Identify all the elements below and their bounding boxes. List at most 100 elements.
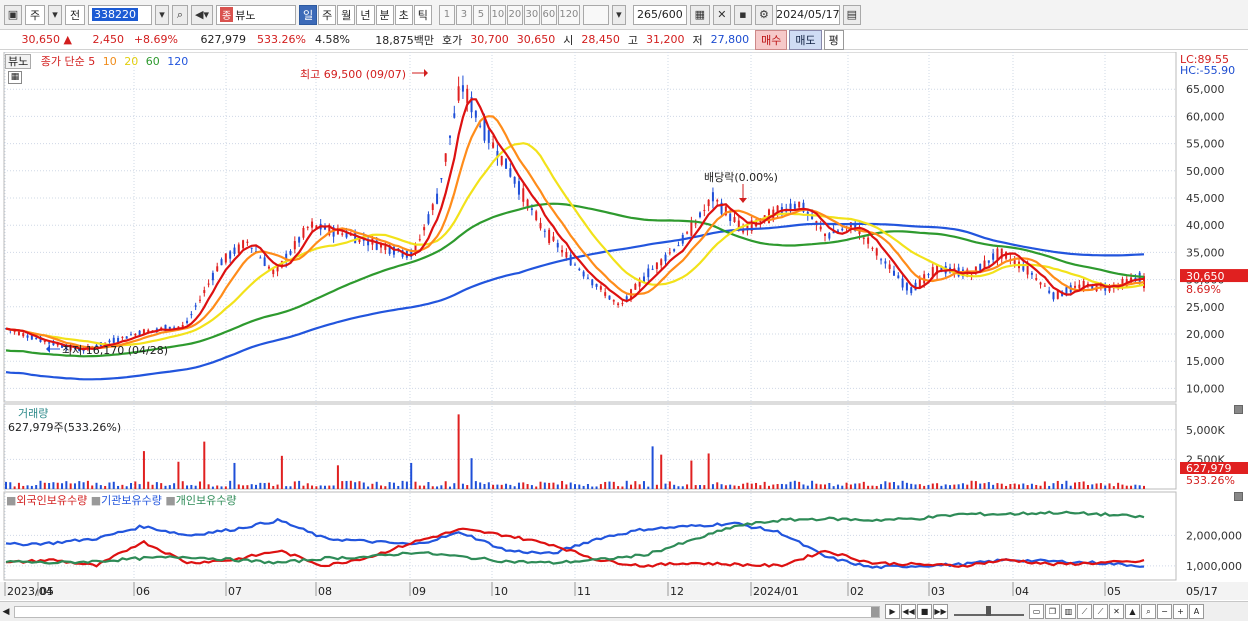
- date-field[interactable]: 2024/05/17: [775, 4, 840, 25]
- volume-bar: [832, 486, 835, 489]
- x-axis-label: 07: [228, 585, 242, 598]
- y-tick-label: 40,000: [1186, 219, 1225, 232]
- low-label: 저: [692, 33, 703, 47]
- volume-bar: [841, 485, 844, 489]
- volume-panel-close-icon[interactable]: [1234, 405, 1243, 414]
- volume-bar: [319, 485, 322, 489]
- volume-bar: [892, 481, 895, 489]
- volume-bar: [905, 482, 908, 489]
- horizontal-scrollbar[interactable]: [14, 605, 880, 618]
- candle-body: [582, 271, 585, 277]
- window-split-icon[interactable]: ▥: [1061, 604, 1076, 619]
- period-select[interactable]: 주: [25, 4, 45, 25]
- zoom-in-icon[interactable]: +: [1173, 604, 1188, 619]
- volume-bar: [48, 482, 51, 489]
- volume-bar: [22, 485, 25, 489]
- stop-icon[interactable]: ■: [917, 604, 932, 619]
- volume-bar: [1143, 485, 1145, 489]
- stock-code-input[interactable]: 338220: [88, 4, 152, 25]
- window-icon[interactable]: ▣: [4, 4, 22, 25]
- holdings-panel-close-icon[interactable]: [1234, 492, 1243, 501]
- legend-stock-name[interactable]: 뷰노: [5, 54, 32, 69]
- tab-year[interactable]: 년: [356, 4, 375, 25]
- volume-bar: [280, 455, 283, 489]
- volume-bar: [565, 484, 568, 489]
- candle-body: [1078, 284, 1081, 289]
- scrollbar-thumb[interactable]: [871, 606, 879, 617]
- volume-bar: [694, 485, 697, 489]
- volume-bar: [664, 483, 667, 489]
- volume-bar: [151, 484, 154, 489]
- forward-icon[interactable]: ▶▶: [933, 604, 948, 619]
- candle-body: [1035, 278, 1038, 280]
- sell-button[interactable]: 매도: [789, 29, 822, 50]
- count-field[interactable]: 265/600: [632, 4, 687, 25]
- scroll-left-icon[interactable]: ◀: [0, 607, 12, 617]
- volume-bar: [673, 484, 676, 489]
- volume-bar: [617, 486, 620, 489]
- tab-second[interactable]: 초: [394, 4, 413, 25]
- volume-bar: [849, 484, 852, 489]
- interval-5[interactable]: 5: [472, 4, 489, 25]
- candle-body: [819, 226, 822, 230]
- magnify-icon[interactable]: ⌕: [1141, 604, 1156, 619]
- buy-button[interactable]: 매수: [755, 29, 788, 50]
- interval-dropdown-icon[interactable]: ▾: [611, 4, 626, 25]
- speaker-icon[interactable]: ◀▾: [191, 4, 213, 25]
- volume-bar: [1112, 486, 1115, 489]
- volume-bar: [341, 481, 344, 489]
- play-icon[interactable]: ▶: [885, 604, 900, 619]
- volume-bar: [642, 481, 645, 489]
- y-tick-label: 15,000: [1186, 355, 1225, 368]
- code-dropdown-icon[interactable]: ▾: [155, 4, 169, 25]
- tab-month[interactable]: 월: [337, 4, 356, 25]
- zoom-slider[interactable]: [954, 605, 1024, 616]
- interval-20[interactable]: 20: [506, 4, 523, 25]
- interval-1[interactable]: 1: [438, 4, 455, 25]
- search-icon[interactable]: ⌕: [172, 4, 188, 25]
- avg-button[interactable]: 평: [823, 29, 844, 50]
- tab-minute[interactable]: 분: [375, 4, 394, 25]
- stock-name-field[interactable]: 종 뷰노: [216, 4, 296, 25]
- font-size-icon[interactable]: A: [1189, 604, 1204, 619]
- volume-bar: [487, 482, 490, 489]
- volume-bar: [703, 485, 706, 489]
- draw-tool-icon[interactable]: ✕: [712, 4, 731, 25]
- layout-icon[interactable]: ▭: [1029, 604, 1044, 619]
- interval-30[interactable]: 30: [523, 4, 540, 25]
- calendar-icon[interactable]: ▤: [842, 4, 861, 25]
- volume-bar: [681, 486, 684, 489]
- volume-bar: [121, 484, 124, 489]
- gear-icon[interactable]: ⚙: [754, 4, 773, 25]
- candle-body: [461, 85, 464, 92]
- stock-chart[interactable]: 65,000 60,000 55,000 50,000 45,000 40,000 35,0…: [0, 52, 1248, 601]
- interval-input[interactable]: [582, 4, 609, 25]
- zoom-out-icon[interactable]: −: [1157, 604, 1172, 619]
- interval-120[interactable]: 120: [557, 4, 580, 25]
- candle-body: [474, 110, 477, 118]
- tab-day[interactable]: 일: [299, 4, 318, 25]
- trend-icon[interactable]: ⟋: [1093, 604, 1108, 619]
- tab-week[interactable]: 주: [318, 4, 337, 25]
- save-icon[interactable]: ▪: [733, 4, 752, 25]
- interval-10[interactable]: 10: [489, 4, 506, 25]
- candle-body: [177, 326, 180, 328]
- interval-60[interactable]: 60: [540, 4, 557, 25]
- volume-bar: [26, 485, 29, 489]
- volume-bar: [936, 483, 939, 489]
- copy-icon[interactable]: ❐: [1045, 604, 1060, 619]
- prev-button[interactable]: 전: [65, 4, 85, 25]
- tab-tick[interactable]: 틱: [413, 4, 432, 25]
- chevron-down-icon[interactable]: ▾: [48, 4, 62, 25]
- ruler-icon[interactable]: ⟋: [1077, 604, 1092, 619]
- y-tick-label: 65,000: [1186, 83, 1225, 96]
- table-icon[interactable]: ▦: [8, 71, 22, 84]
- candle-body: [660, 259, 663, 266]
- interval-3[interactable]: 3: [455, 4, 472, 25]
- candle-body: [487, 130, 490, 143]
- chart-type-icon[interactable]: ▲: [1125, 604, 1140, 619]
- zoom-slider-handle[interactable]: [986, 605, 991, 616]
- rewind-icon[interactable]: ◀◀: [901, 604, 916, 619]
- cross-icon[interactable]: ✕: [1109, 604, 1124, 619]
- chart-tools-icon[interactable]: ▦: [689, 4, 710, 25]
